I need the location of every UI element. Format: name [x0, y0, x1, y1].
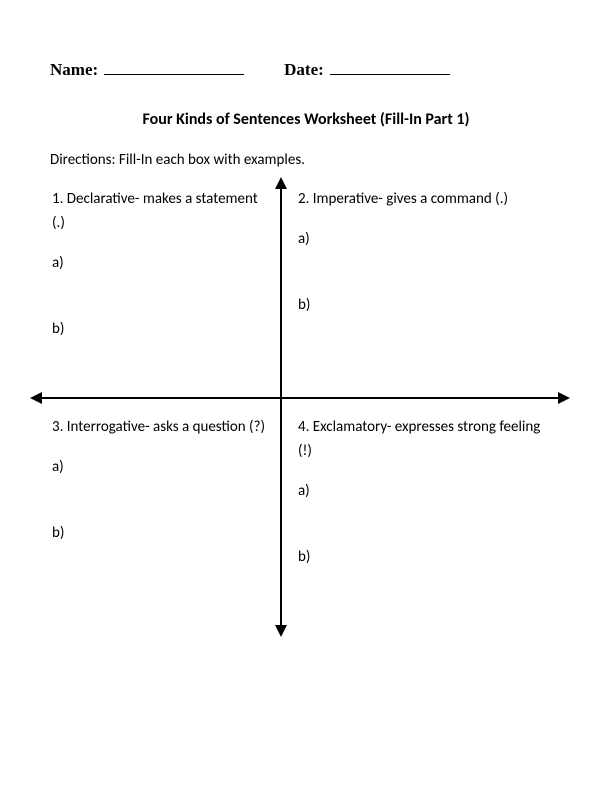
name-label: Name: — [50, 60, 98, 80]
directions-text: Directions: Fill-In each box with exampl… — [50, 151, 562, 169]
quadrant-container: 1. Declarative- makes a statement (.) a)… — [40, 187, 560, 627]
quadrant-imperative: 2. Imperative- gives a command (.) a) b) — [298, 187, 553, 359]
date-label: Date: — [284, 60, 324, 80]
interrogative-item-b[interactable]: b) — [52, 521, 267, 545]
name-input-line[interactable] — [104, 74, 244, 75]
vertical-axis — [280, 187, 282, 627]
declarative-description: 1. Declarative- makes a statement (.) — [52, 187, 267, 235]
worksheet-title: Four Kinds of Sentences Worksheet (Fill-… — [50, 110, 562, 129]
exclamatory-item-b[interactable]: b) — [298, 545, 553, 569]
exclamatory-item-a[interactable]: a) — [298, 479, 553, 503]
declarative-item-b[interactable]: b) — [52, 317, 267, 341]
exclamatory-description: 4. Exclamatory- expresses strong feeling… — [298, 415, 553, 463]
imperative-item-b[interactable]: b) — [298, 293, 553, 317]
quadrant-interrogative: 3. Interrogative- asks a question (?) a)… — [52, 415, 267, 587]
date-input-line[interactable] — [330, 74, 450, 75]
interrogative-item-a[interactable]: a) — [52, 455, 267, 479]
header-row: Name: Date: — [50, 60, 562, 80]
imperative-description: 2. Imperative- gives a command (.) — [298, 187, 553, 211]
quadrant-declarative: 1. Declarative- makes a statement (.) a)… — [52, 187, 267, 383]
declarative-item-a[interactable]: a) — [52, 251, 267, 275]
imperative-item-a[interactable]: a) — [298, 227, 553, 251]
interrogative-description: 3. Interrogative- asks a question (?) — [52, 415, 267, 439]
horizontal-axis — [40, 397, 560, 399]
quadrant-exclamatory: 4. Exclamatory- expresses strong feeling… — [298, 415, 553, 611]
